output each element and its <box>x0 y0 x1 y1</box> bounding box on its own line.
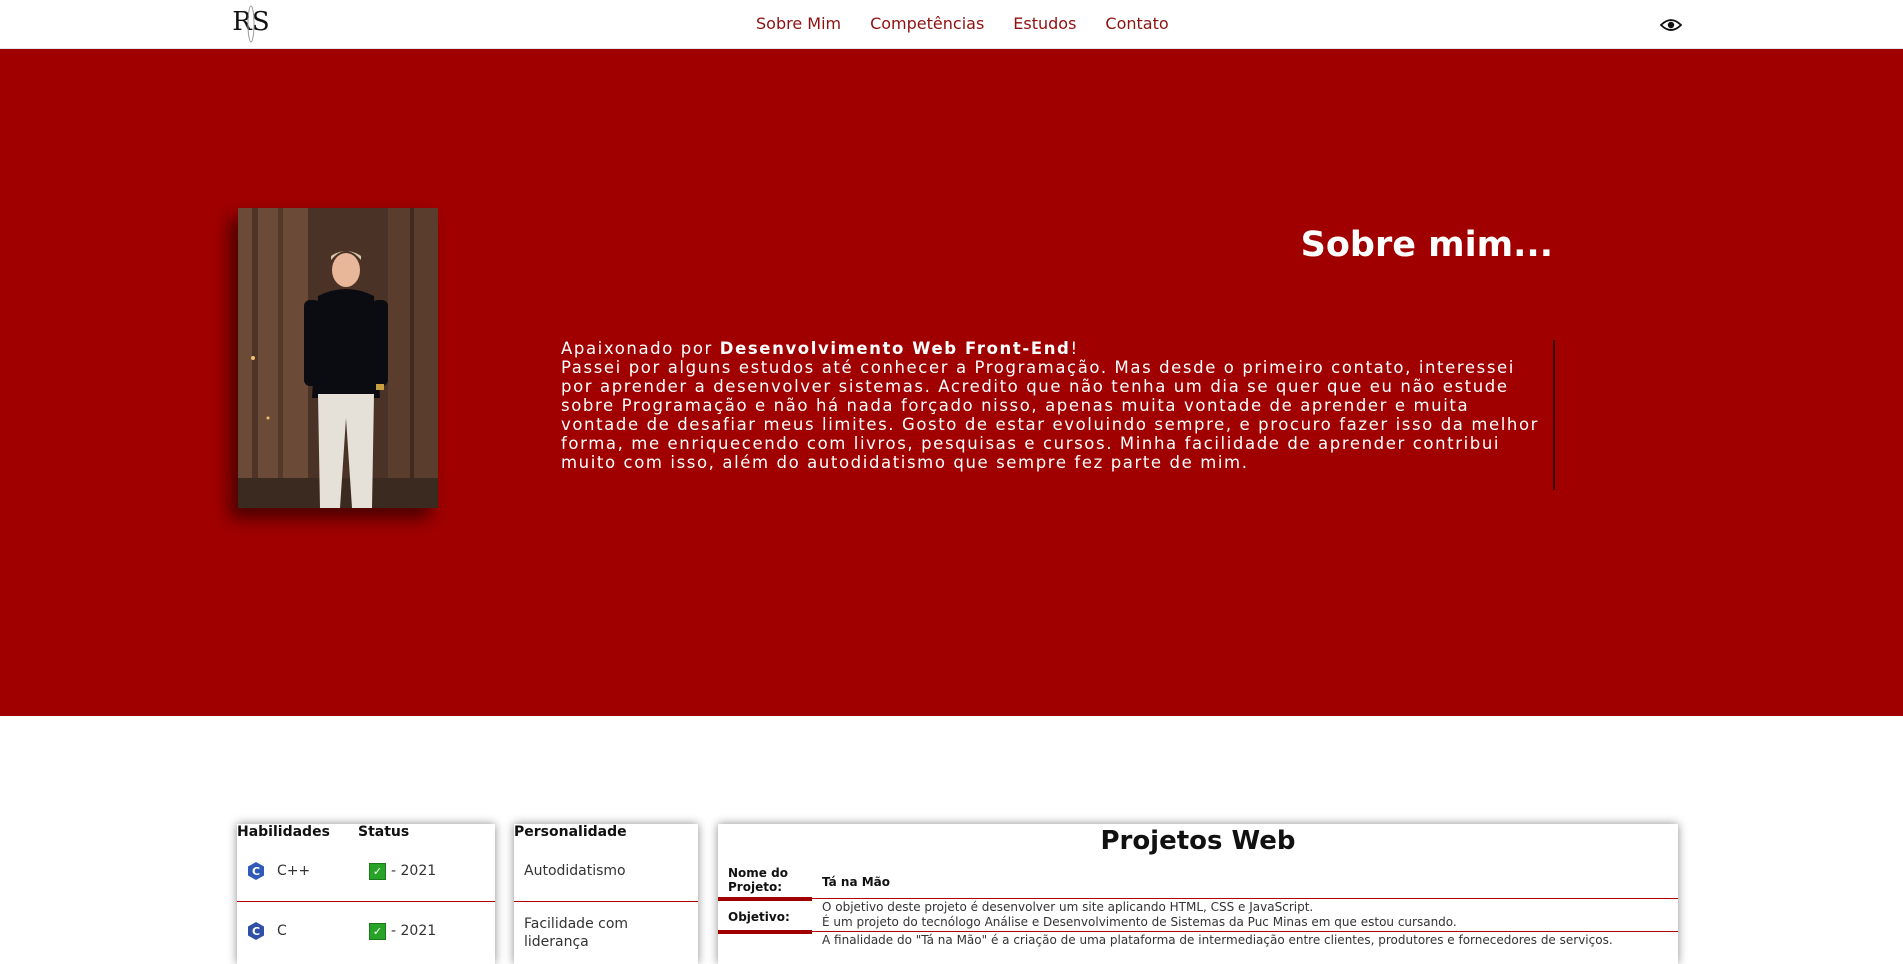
skill-status: - 2021 <box>391 863 437 879</box>
status-header: Status <box>358 824 410 840</box>
row-divider <box>514 901 698 902</box>
check-icon: ✓ <box>369 863 386 880</box>
main-nav: Sobre Mim Competências Estudos Contato <box>756 14 1169 33</box>
about-section: Sobre mim... Apaixonado por Desenvolvime… <box>0 49 1903 716</box>
intro-suffix: ! <box>1070 339 1079 358</box>
label-accent-bar <box>718 897 812 901</box>
skill-status: - 2021 <box>391 923 437 939</box>
personality-item: Autodidatismo <box>524 863 626 879</box>
goal-line: O objetivo deste projeto é desenvolver u… <box>822 900 1314 914</box>
row-divider <box>812 898 1678 899</box>
c-icon: C <box>248 922 264 940</box>
nav-estudos[interactable]: Estudos <box>1013 14 1076 33</box>
projects-title: Projetos Web <box>1100 826 1296 856</box>
goal-line: A finalidade do "Tá na Mão" é a criação … <box>822 933 1613 947</box>
row-divider <box>237 901 495 902</box>
goal-label: Objetivo: <box>728 910 790 924</box>
skills-table: Habilidades Status C C++ ✓ - 2021 C C ✓ … <box>237 824 495 964</box>
label-accent-bar <box>718 930 812 934</box>
logo[interactable]: RS <box>232 3 270 45</box>
personality-header: Personalidade <box>514 824 627 840</box>
check-icon: ✓ <box>369 923 386 940</box>
cpp-icon: C <box>248 862 264 880</box>
about-paragraph: Passei por alguns estudos até conhecer a… <box>561 358 1540 472</box>
personality-item: Facilidade com liderança <box>524 916 629 950</box>
goal-line: É um projeto do tecnólogo Análise e Dese… <box>822 915 1457 929</box>
personality-table: Personalidade Autodidatismo Facilidade c… <box>514 824 698 964</box>
svg-text:C: C <box>252 925 260 938</box>
project-name: Tá na Mão <box>822 875 891 889</box>
svg-text:C: C <box>252 865 260 878</box>
skill-name: C <box>277 923 287 939</box>
intro-highlight: Desenvolvimento Web Front-End <box>719 339 1071 358</box>
skill-name: C++ <box>277 863 311 879</box>
vertical-divider <box>1553 340 1555 490</box>
eye-icon[interactable] <box>1660 17 1682 33</box>
row-divider <box>812 931 1678 932</box>
nav-competencias[interactable]: Competências <box>870 14 984 33</box>
top-navbar: RS Sobre Mim Competências Estudos Contat… <box>0 0 1903 49</box>
svg-text:RS: RS <box>232 7 269 37</box>
profile-photo <box>238 208 438 508</box>
skills-header: Habilidades <box>237 824 330 840</box>
nav-sobre-mim[interactable]: Sobre Mim <box>756 14 841 33</box>
nav-contato[interactable]: Contato <box>1105 14 1168 33</box>
intro-prefix: Apaixonado por <box>561 339 720 358</box>
projects-table: Projetos Web Nome do Projeto: Tá na Mão … <box>718 824 1678 964</box>
project-name-label: Nome do Projeto: <box>728 866 788 894</box>
about-title: Sobre mim... <box>1300 225 1553 265</box>
about-text: Apaixonado por Desenvolvimento Web Front… <box>561 339 1553 472</box>
